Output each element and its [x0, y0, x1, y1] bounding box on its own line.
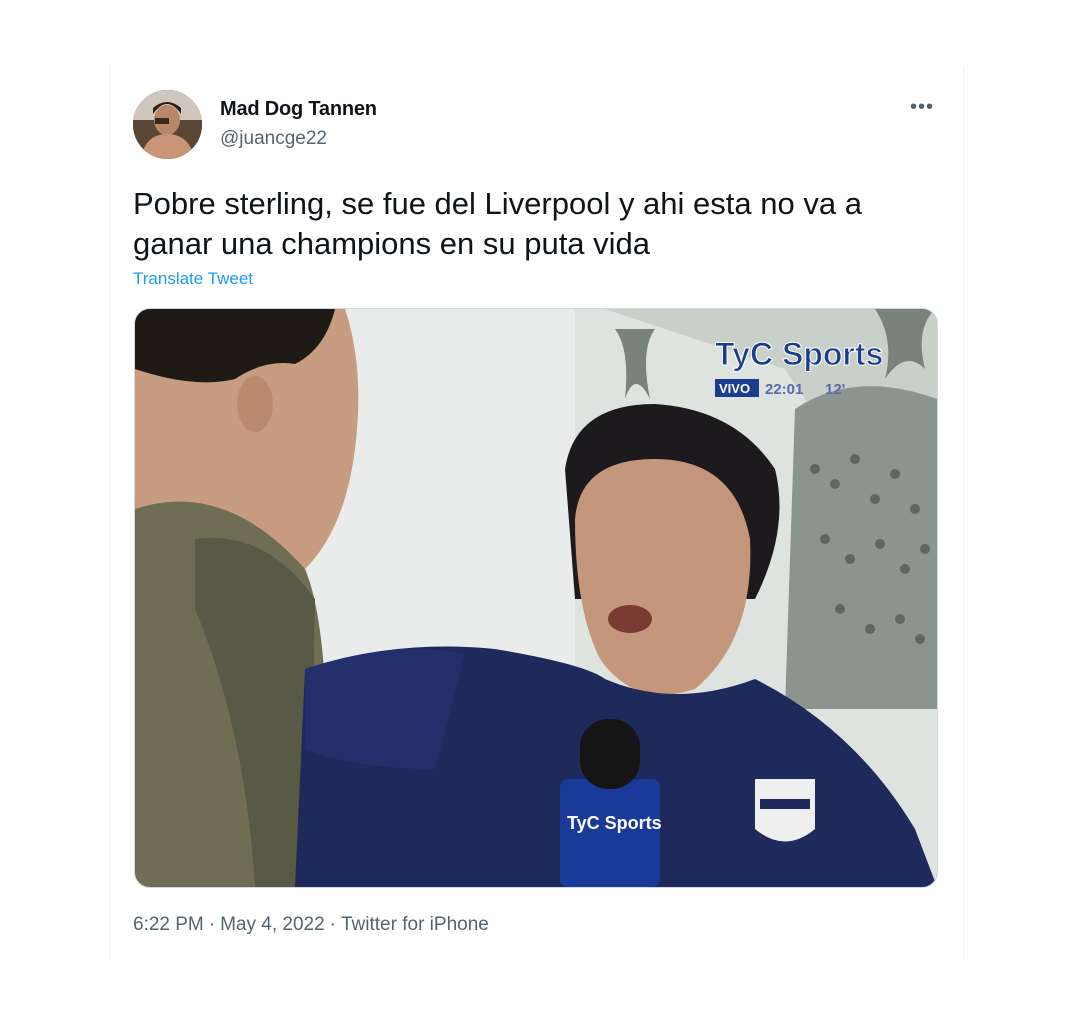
author-avatar[interactable] [133, 90, 202, 159]
tweet-source[interactable]: Twitter for iPhone [341, 914, 489, 935]
meta-separator: · [208, 914, 216, 935]
avatar-image [133, 90, 202, 159]
author-handle[interactable]: @juancge22 [220, 128, 327, 150]
broadcaster-logo-text: TyC Sports [715, 336, 883, 372]
tweet-metadata: 6:22 PM · May 4, 2022 · Twitter for iPhone [133, 914, 489, 936]
meta-separator: · [329, 914, 336, 935]
author-display-name[interactable]: Mad Dog Tannen [220, 98, 377, 121]
live-badge-text: VIVO [719, 381, 750, 396]
broadcast-score: 12' [825, 381, 845, 398]
translate-tweet-link[interactable]: Translate Tweet [133, 269, 253, 289]
more-options-icon[interactable]: ••• [907, 94, 937, 120]
tweet-date[interactable]: May 4, 2022 [220, 914, 325, 935]
media-photo: TyC Sports TyC Sports VIVO 22:01 12' [135, 309, 937, 887]
tweet-card: Mad Dog Tannen @juancge22 ••• Pobre ster… [109, 66, 964, 961]
mic-logo-text: TyC Sports [567, 813, 662, 833]
tweet-text: Pobre sterling, se fue del Liverpool y a… [133, 186, 862, 261]
tweet-time[interactable]: 6:22 PM [133, 914, 204, 935]
tweet-media[interactable]: TyC Sports TyC Sports VIVO 22:01 12' [134, 308, 938, 888]
broadcast-clock: 22:01 [765, 381, 803, 398]
